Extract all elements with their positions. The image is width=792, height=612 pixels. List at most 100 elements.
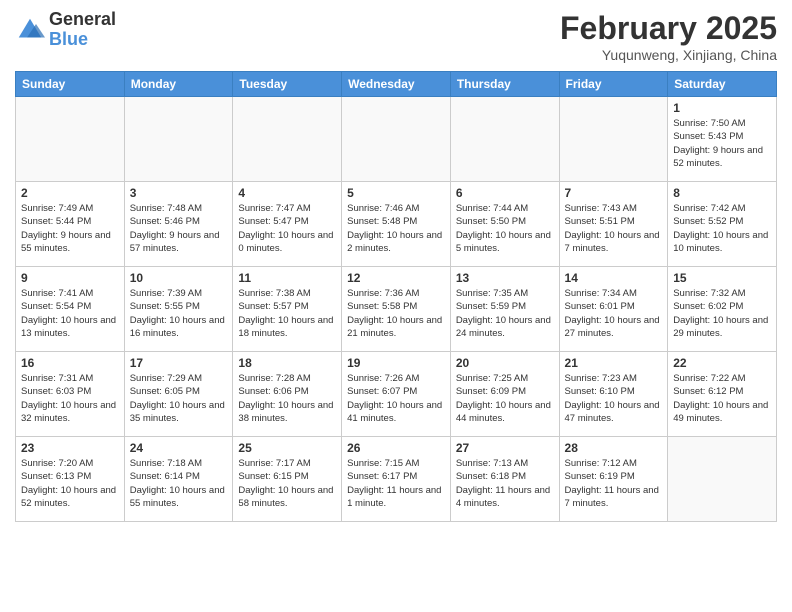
day-number: 13 xyxy=(456,271,554,285)
logo-blue: Blue xyxy=(49,30,116,50)
day-number: 1 xyxy=(673,101,771,115)
day-cell: 19 Sunrise: 7:26 AM Sunset: 6:07 PM Dayli… xyxy=(342,352,451,437)
day-number: 18 xyxy=(238,356,336,370)
day-info: Sunrise: 7:44 AM Sunset: 5:50 PM Dayligh… xyxy=(456,202,554,255)
day-cell xyxy=(668,437,777,522)
day-info: Sunrise: 7:50 AM Sunset: 5:43 PM Dayligh… xyxy=(673,117,771,170)
week-row-1: 2Sunrise: 7:49 AM Sunset: 5:44 PM Daylig… xyxy=(16,182,777,267)
day-cell: 11 Sunrise: 7:38 AM Sunset: 5:57 PM Dayli… xyxy=(233,267,342,352)
day-cell: 18 Sunrise: 7:28 AM Sunset: 6:06 PM Dayli… xyxy=(233,352,342,437)
day-number: 19 xyxy=(347,356,445,370)
day-cell: 21 Sunrise: 7:23 AM Sunset: 6:10 PM Dayli… xyxy=(559,352,668,437)
day-info: Sunrise: 7:28 AM Sunset: 6:06 PM Dayligh… xyxy=(238,372,336,425)
day-info: Sunrise: 7:48 AM Sunset: 5:46 PM Dayligh… xyxy=(130,202,228,255)
week-row-2: 9Sunrise: 7:41 AM Sunset: 5:54 PM Daylig… xyxy=(16,267,777,352)
day-cell: 9Sunrise: 7:41 AM Sunset: 5:54 PM Daylig… xyxy=(16,267,125,352)
day-info: Sunrise: 7:31 AM Sunset: 6:03 PM Dayligh… xyxy=(21,372,119,425)
day-info: Sunrise: 7:20 AM Sunset: 6:13 PM Dayligh… xyxy=(21,457,119,510)
week-row-0: 1 Sunrise: 7:50 AM Sunset: 5:43 PM Daylig… xyxy=(16,97,777,182)
day-info: Sunrise: 7:47 AM Sunset: 5:47 PM Dayligh… xyxy=(238,202,336,255)
day-info: Sunrise: 7:26 AM Sunset: 6:07 PM Dayligh… xyxy=(347,372,445,425)
logo-icon xyxy=(15,15,45,45)
day-info: Sunrise: 7:49 AM Sunset: 5:44 PM Dayligh… xyxy=(21,202,119,255)
day-cell: 13 Sunrise: 7:35 AM Sunset: 5:59 PM Dayli… xyxy=(450,267,559,352)
day-number: 21 xyxy=(565,356,663,370)
day-number: 5 xyxy=(347,186,445,200)
day-cell: 17 Sunrise: 7:29 AM Sunset: 6:05 PM Dayli… xyxy=(124,352,233,437)
day-cell: 24 Sunrise: 7:18 AM Sunset: 6:14 PM Dayli… xyxy=(124,437,233,522)
day-number: 11 xyxy=(238,271,336,285)
day-cell: 20Sunrise: 7:25 AM Sunset: 6:09 PM Dayli… xyxy=(450,352,559,437)
day-number: 6 xyxy=(456,186,554,200)
header-wednesday: Wednesday xyxy=(342,72,451,97)
day-cell xyxy=(124,97,233,182)
day-info: Sunrise: 7:29 AM Sunset: 6:05 PM Dayligh… xyxy=(130,372,228,425)
day-info: Sunrise: 7:43 AM Sunset: 5:51 PM Dayligh… xyxy=(565,202,663,255)
day-cell xyxy=(450,97,559,182)
week-row-4: 23 Sunrise: 7:20 AM Sunset: 6:13 PM Dayli… xyxy=(16,437,777,522)
day-info: Sunrise: 7:36 AM Sunset: 5:58 PM Dayligh… xyxy=(347,287,445,340)
day-info: Sunrise: 7:15 AM Sunset: 6:17 PM Dayligh… xyxy=(347,457,445,510)
page-container: General Blue February 2025 Yuqunweng, Xi… xyxy=(0,0,792,532)
logo: General Blue xyxy=(15,10,116,50)
day-cell: 4 Sunrise: 7:47 AM Sunset: 5:47 PM Daylig… xyxy=(233,182,342,267)
header-row: Sunday Monday Tuesday Wednesday Thursday… xyxy=(16,72,777,97)
day-number: 17 xyxy=(130,356,228,370)
day-cell xyxy=(559,97,668,182)
day-cell: 28Sunrise: 7:12 AM Sunset: 6:19 PM Dayli… xyxy=(559,437,668,522)
day-number: 15 xyxy=(673,271,771,285)
day-info: Sunrise: 7:17 AM Sunset: 6:15 PM Dayligh… xyxy=(238,457,336,510)
day-cell: 16 Sunrise: 7:31 AM Sunset: 6:03 PM Dayli… xyxy=(16,352,125,437)
day-cell: 3 Sunrise: 7:48 AM Sunset: 5:46 PM Daylig… xyxy=(124,182,233,267)
day-number: 4 xyxy=(238,186,336,200)
day-cell: 10 Sunrise: 7:39 AM Sunset: 5:55 PM Dayli… xyxy=(124,267,233,352)
day-cell: 22 Sunrise: 7:22 AM Sunset: 6:12 PM Dayli… xyxy=(668,352,777,437)
logo-general: General xyxy=(49,10,116,30)
day-number: 26 xyxy=(347,441,445,455)
day-cell xyxy=(233,97,342,182)
day-number: 3 xyxy=(130,186,228,200)
day-cell: 6 Sunrise: 7:44 AM Sunset: 5:50 PM Daylig… xyxy=(450,182,559,267)
location: Yuqunweng, Xinjiang, China xyxy=(560,47,777,63)
header-saturday: Saturday xyxy=(668,72,777,97)
calendar-table: Sunday Monday Tuesday Wednesday Thursday… xyxy=(15,71,777,522)
day-number: 22 xyxy=(673,356,771,370)
day-cell: 8 Sunrise: 7:42 AM Sunset: 5:52 PM Daylig… xyxy=(668,182,777,267)
day-cell: 7 Sunrise: 7:43 AM Sunset: 5:51 PM Daylig… xyxy=(559,182,668,267)
day-cell: 23 Sunrise: 7:20 AM Sunset: 6:13 PM Dayli… xyxy=(16,437,125,522)
day-info: Sunrise: 7:42 AM Sunset: 5:52 PM Dayligh… xyxy=(673,202,771,255)
day-cell: 1 Sunrise: 7:50 AM Sunset: 5:43 PM Daylig… xyxy=(668,97,777,182)
day-info: Sunrise: 7:39 AM Sunset: 5:55 PM Dayligh… xyxy=(130,287,228,340)
day-info: Sunrise: 7:22 AM Sunset: 6:12 PM Dayligh… xyxy=(673,372,771,425)
day-cell: 12Sunrise: 7:36 AM Sunset: 5:58 PM Dayli… xyxy=(342,267,451,352)
header: General Blue February 2025 Yuqunweng, Xi… xyxy=(15,10,777,63)
day-number: 23 xyxy=(21,441,119,455)
day-info: Sunrise: 7:34 AM Sunset: 6:01 PM Dayligh… xyxy=(565,287,663,340)
day-number: 7 xyxy=(565,186,663,200)
day-number: 8 xyxy=(673,186,771,200)
header-sunday: Sunday xyxy=(16,72,125,97)
day-info: Sunrise: 7:32 AM Sunset: 6:02 PM Dayligh… xyxy=(673,287,771,340)
header-tuesday: Tuesday xyxy=(233,72,342,97)
day-cell xyxy=(16,97,125,182)
day-info: Sunrise: 7:46 AM Sunset: 5:48 PM Dayligh… xyxy=(347,202,445,255)
day-info: Sunrise: 7:41 AM Sunset: 5:54 PM Dayligh… xyxy=(21,287,119,340)
day-number: 24 xyxy=(130,441,228,455)
day-number: 10 xyxy=(130,271,228,285)
logo-text: General Blue xyxy=(49,10,116,50)
header-friday: Friday xyxy=(559,72,668,97)
day-number: 16 xyxy=(21,356,119,370)
month-title: February 2025 xyxy=(560,10,777,47)
day-info: Sunrise: 7:13 AM Sunset: 6:18 PM Dayligh… xyxy=(456,457,554,510)
day-info: Sunrise: 7:23 AM Sunset: 6:10 PM Dayligh… xyxy=(565,372,663,425)
day-number: 27 xyxy=(456,441,554,455)
day-number: 25 xyxy=(238,441,336,455)
day-info: Sunrise: 7:18 AM Sunset: 6:14 PM Dayligh… xyxy=(130,457,228,510)
day-cell: 15 Sunrise: 7:32 AM Sunset: 6:02 PM Dayli… xyxy=(668,267,777,352)
day-info: Sunrise: 7:35 AM Sunset: 5:59 PM Dayligh… xyxy=(456,287,554,340)
header-monday: Monday xyxy=(124,72,233,97)
day-cell: 5 Sunrise: 7:46 AM Sunset: 5:48 PM Daylig… xyxy=(342,182,451,267)
day-number: 14 xyxy=(565,271,663,285)
day-info: Sunrise: 7:38 AM Sunset: 5:57 PM Dayligh… xyxy=(238,287,336,340)
day-info: Sunrise: 7:25 AM Sunset: 6:09 PM Dayligh… xyxy=(456,372,554,425)
